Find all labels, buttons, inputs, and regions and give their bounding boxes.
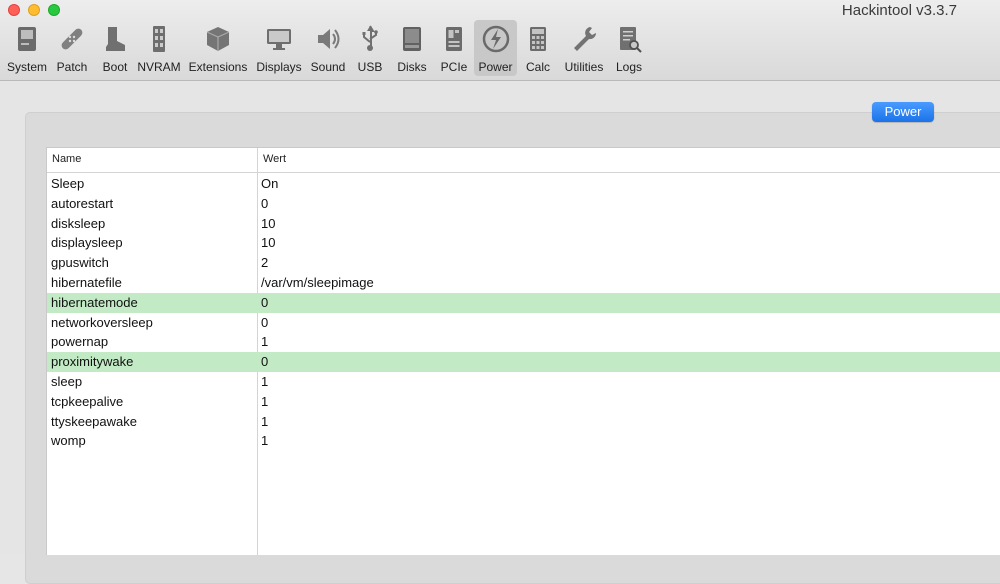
toolbar-item-usb[interactable]: USB (352, 20, 388, 76)
toolbar-item-extensions[interactable]: Extensions (186, 20, 250, 76)
toolbar-item-label: Boot (102, 60, 128, 74)
utilities-icon (567, 22, 601, 56)
table-row[interactable]: tcpkeepalive 1 (47, 392, 1000, 412)
toolbar-item-boot[interactable]: Boot (96, 20, 134, 76)
cell-value: 10 (261, 235, 276, 251)
cell-name: hibernatefile (51, 274, 122, 290)
cell-name: sleep (51, 373, 83, 389)
title-bar: Hackintool v3.3.7 System Patch Boot NVRA… (0, 0, 1000, 81)
toolbar-item-label: Displays (256, 60, 302, 74)
toolbar-item-label: Disks (397, 60, 427, 74)
toolbar-item-disks[interactable]: Disks (392, 20, 432, 76)
zoom-window-button[interactable] (48, 4, 60, 16)
cell-value: /var/vm/sleepimage (261, 274, 374, 290)
power-segment-button[interactable]: Power (872, 102, 934, 122)
cell-value: 0 (261, 354, 269, 370)
toolbar-item-label: NVRAM (137, 60, 181, 74)
cell-value: 10 (261, 215, 276, 231)
cell-value: 1 (261, 393, 269, 409)
cell-name: autorestart (51, 195, 114, 211)
cell-value: 0 (261, 195, 269, 211)
cell-name: displaysleep (51, 235, 123, 251)
toolbar-item-label: Patch (56, 60, 88, 74)
minimize-window-button[interactable] (28, 4, 40, 16)
cell-name: Sleep (51, 176, 85, 191)
toolbar-item-displays[interactable]: Displays (254, 20, 304, 76)
cell-value: 1 (261, 373, 269, 389)
table-row[interactable]: disksleep 10 (47, 214, 1000, 234)
table-row[interactable]: gpuswitch 2 (47, 253, 1000, 273)
cell-name: womp (51, 433, 86, 449)
toolbar-item-pcie[interactable]: PCIe (436, 20, 472, 76)
cell-value: 2 (261, 255, 269, 271)
toolbar-item-label: Utilities (564, 60, 604, 74)
boot-icon (98, 22, 132, 56)
calc-icon (521, 22, 555, 56)
app-window: Hackintool v3.3.7 System Patch Boot NVRA… (0, 0, 1000, 584)
displays-icon (262, 22, 296, 56)
cell-name: disksleep (51, 215, 106, 231)
toolbar-item-label: Extensions (188, 60, 248, 74)
toolbar-item-calc[interactable]: Calc (520, 20, 556, 76)
disks-icon (395, 22, 429, 56)
toolbar-item-label: PCIe (440, 60, 468, 74)
column-header-name[interactable]: Name (52, 153, 81, 165)
toolbar-item-label: Power (478, 60, 513, 74)
toolbar-item-label: Calc (525, 60, 550, 74)
nvram-icon (142, 22, 176, 56)
table-row[interactable]: womp 1 (47, 431, 1000, 451)
toolbar-item-logs[interactable]: Logs (612, 20, 646, 76)
toolbar-item-utilities[interactable]: Utilities (560, 20, 608, 76)
cell-value: 1 (261, 433, 269, 449)
toolbar-item-label: System (6, 60, 47, 74)
cell-name: tcpkeepalive (51, 393, 124, 409)
pcie-icon (437, 22, 471, 56)
table-row-highlighted[interactable]: hibernatemode 0 (47, 292, 1000, 313)
table-row[interactable]: powernap 1 (47, 332, 1000, 352)
cell-name: powernap (51, 334, 109, 350)
table-row[interactable]: displaysleep 10 (47, 233, 1000, 253)
cell-value: On (261, 176, 279, 191)
cell-value: 0 (261, 294, 269, 310)
toolbar-item-nvram[interactable]: NVRAM (136, 20, 182, 76)
toolbar-item-label: Sound (310, 60, 346, 74)
logs-icon (612, 22, 646, 56)
toolbar-item-label: Logs (615, 60, 643, 74)
cell-name: proximitywake (51, 354, 134, 370)
cell-name: networkoversleep (51, 314, 153, 330)
system-icon (10, 22, 44, 56)
table-row[interactable]: networkoversleep 0 (47, 313, 1000, 333)
patch-icon (55, 22, 89, 56)
cell-name: hibernatemode (51, 294, 138, 310)
cell-name: gpuswitch (51, 255, 109, 271)
cell-value: 1 (261, 334, 269, 350)
window-title: Hackintool v3.3.7 (841, 2, 957, 19)
table-row-highlighted[interactable]: proximitywake 0 (47, 352, 1000, 372)
table-body: Sleep On autorestart 0 disksleep 10 display… (47, 174, 1000, 451)
usb-icon (353, 22, 387, 56)
table-row[interactable]: autorestart 0 (47, 194, 1000, 214)
extensions-icon (201, 22, 235, 56)
close-window-button[interactable] (8, 4, 20, 16)
toolbar-item-system[interactable]: System (4, 20, 50, 76)
cell-value: 1 (261, 413, 269, 429)
toolbar-item-sound[interactable]: Sound (308, 20, 348, 76)
table-row[interactable]: Sleep On (47, 174, 1000, 194)
table-row[interactable]: ttyskeepawake 1 (47, 412, 1000, 432)
table-row[interactable]: sleep 1 (47, 372, 1000, 392)
cell-name: ttyskeepawake (51, 413, 137, 429)
table-row[interactable]: hibernatefile/var/vm/sleepimage (47, 273, 1000, 293)
power-settings-table[interactable]: Name Wert Sleep On autorestart 0 disksleep… (46, 147, 1000, 555)
table-header: Name Wert (47, 148, 1000, 173)
sound-icon (311, 22, 345, 56)
toolbar-item-patch[interactable]: Patch (52, 20, 92, 76)
toolbar-item-label: USB (357, 60, 383, 74)
cell-value: 0 (261, 314, 269, 330)
power-icon (479, 22, 513, 56)
column-header-value[interactable]: Wert (263, 153, 286, 165)
toolbar-item-power[interactable]: Power (474, 20, 517, 76)
